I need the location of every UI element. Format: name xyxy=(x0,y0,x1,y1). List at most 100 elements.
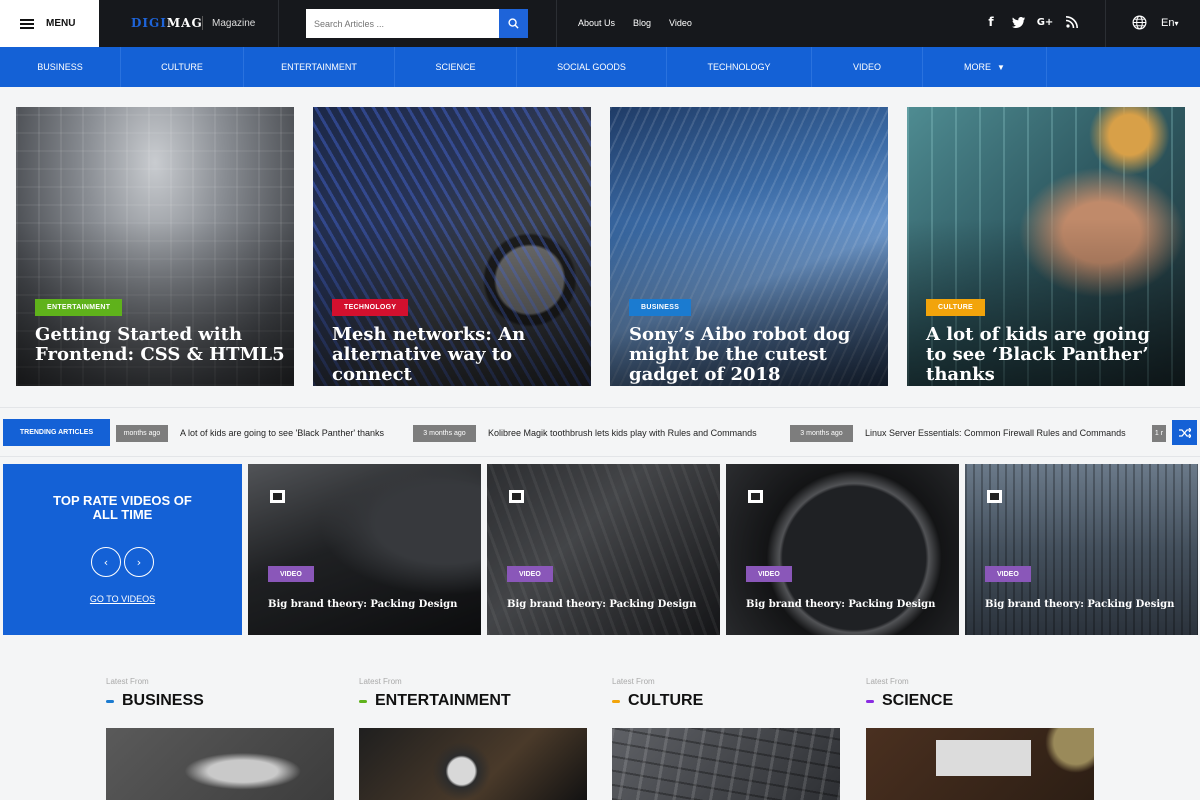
prev-button[interactable]: ‹ xyxy=(91,547,121,577)
film-icon xyxy=(509,490,524,503)
featured-title[interactable]: Mesh networks: An alternative way to con… xyxy=(332,325,582,385)
latest-from-label: Latest From xyxy=(359,677,402,686)
section-title: SCIENCE xyxy=(882,692,954,709)
featured-title[interactable]: A lot of kids are going to see ‘Black Pa… xyxy=(926,325,1176,385)
nav-social-goods[interactable]: SOCIAL GOODS xyxy=(517,47,667,87)
section-heading[interactable]: SCIENCE xyxy=(866,692,1094,710)
category-nav: BUSINESS CULTURE ENTERTAINMENT SCIENCE S… xyxy=(0,47,1200,87)
accent-bar xyxy=(106,699,114,703)
video-title[interactable]: Big brand theory: Packing Design xyxy=(268,599,457,610)
videos-promo: TOP RATE VIDEOS OF ALL TIME ‹ › GO TO VI… xyxy=(3,464,242,635)
search-icon xyxy=(508,18,519,29)
featured-title[interactable]: Getting Started with Frontend: CSS & HTM… xyxy=(35,325,285,365)
link-blog[interactable]: Blog xyxy=(633,18,651,28)
time-badge: 1 r xyxy=(1152,425,1166,442)
latest-section-science: Latest From SCIENCE xyxy=(866,677,1094,800)
article-image[interactable] xyxy=(866,728,1094,800)
accent-bar xyxy=(866,699,874,703)
search-button[interactable] xyxy=(499,9,528,38)
latest-section-entertainment: Latest From ENTERTAINMENT xyxy=(359,677,587,800)
link-about-us[interactable]: About Us xyxy=(578,18,615,28)
trending-label: TRENDING ARTICLES xyxy=(3,419,110,446)
time-badge: months ago xyxy=(116,425,168,442)
latest-section-culture: Latest From CULTURE xyxy=(612,677,840,800)
film-icon xyxy=(987,490,1002,503)
logo-subtitle: Magazine xyxy=(212,18,256,29)
globe-icon xyxy=(1132,15,1147,30)
nav-culture[interactable]: CULTURE xyxy=(121,47,244,87)
divider xyxy=(556,0,557,47)
video-badge[interactable]: VIDEO xyxy=(507,566,553,582)
next-button[interactable]: › xyxy=(124,547,154,577)
caret-down-icon: ▼ xyxy=(997,62,1005,72)
go-to-videos-link[interactable]: GO TO VIDEOS xyxy=(3,594,242,604)
social-links: f G+ xyxy=(984,14,1079,30)
logo-part-mag: MAG xyxy=(166,16,203,30)
divider xyxy=(278,0,279,47)
video-card[interactable]: VIDEO Big brand theory: Packing Design xyxy=(965,464,1198,635)
nav-video[interactable]: VIDEO xyxy=(812,47,923,87)
logo-part-digi: DIGI xyxy=(131,16,167,30)
video-title[interactable]: Big brand theory: Packing Design xyxy=(985,599,1174,610)
category-badge[interactable]: CULTURE xyxy=(926,299,986,316)
menu-button[interactable]: MENU xyxy=(0,0,99,47)
google-plus-icon[interactable]: G+ xyxy=(1037,14,1054,30)
language-selector[interactable]: En▾ xyxy=(1132,15,1178,30)
article-image[interactable] xyxy=(106,728,334,800)
video-title[interactable]: Big brand theory: Packing Design xyxy=(746,599,935,610)
trending-link[interactable]: A lot of kids are going to see 'Black Pa… xyxy=(180,428,384,438)
film-icon xyxy=(270,490,285,503)
caret-down-icon: ▾ xyxy=(1174,18,1179,28)
category-badge[interactable]: TECHNOLOGY xyxy=(332,299,409,316)
video-card[interactable]: VIDEO Big brand theory: Packing Design xyxy=(487,464,720,635)
site-logo[interactable]: DIGIMAG xyxy=(131,16,203,30)
nav-more-label: MORE xyxy=(964,62,992,72)
chevron-left-icon: ‹ xyxy=(103,555,109,569)
time-badge: 3 months ago xyxy=(790,425,853,442)
latest-from-label: Latest From xyxy=(866,677,909,686)
accent-bar xyxy=(359,699,367,703)
featured-card[interactable]: ENTERTAINMENT Getting Started with Front… xyxy=(16,107,294,386)
section-heading[interactable]: BUSINESS xyxy=(106,692,334,710)
top-links: About Us Blog Video xyxy=(578,18,692,28)
hamburger-icon xyxy=(20,18,34,29)
article-image[interactable] xyxy=(359,728,587,800)
video-badge[interactable]: VIDEO xyxy=(268,566,314,582)
category-badge[interactable]: ENTERTAINMENT xyxy=(35,299,123,316)
category-badge[interactable]: BUSINESS xyxy=(629,299,692,316)
video-card[interactable]: VIDEO Big brand theory: Packing Design xyxy=(726,464,959,635)
twitter-icon[interactable] xyxy=(1011,14,1025,30)
article-image[interactable] xyxy=(612,728,840,800)
search-input[interactable] xyxy=(306,9,499,38)
link-video[interactable]: Video xyxy=(669,18,692,28)
facebook-icon[interactable]: f xyxy=(984,14,998,30)
video-badge[interactable]: VIDEO xyxy=(746,566,792,582)
featured-card[interactable]: BUSINESS Sony’s Aibo robot dog might be … xyxy=(610,107,888,386)
divider xyxy=(1105,0,1106,47)
video-card[interactable]: VIDEO Big brand theory: Packing Design xyxy=(248,464,481,635)
nav-technology[interactable]: TECHNOLOGY xyxy=(667,47,812,87)
video-badge[interactable]: VIDEO xyxy=(985,566,1031,582)
trending-link[interactable]: Linux Server Essentials: Common Firewall… xyxy=(865,428,1126,438)
top-bar: MENU DIGIMAG Magazine About Us Blog Vide… xyxy=(0,0,1200,47)
section-heading[interactable]: ENTERTAINMENT xyxy=(359,692,587,710)
chevron-right-icon: › xyxy=(136,555,142,569)
search-form xyxy=(306,9,528,38)
featured-title[interactable]: Sony’s Aibo robot dog might be the cutes… xyxy=(629,325,879,385)
section-title: ENTERTAINMENT xyxy=(375,692,511,709)
nav-science[interactable]: SCIENCE xyxy=(395,47,517,87)
time-badge: 3 months ago xyxy=(413,425,476,442)
nav-more[interactable]: MORE ▼ xyxy=(923,47,1047,87)
shuffle-icon xyxy=(1178,427,1191,438)
video-title[interactable]: Big brand theory: Packing Design xyxy=(507,599,696,610)
featured-card[interactable]: TECHNOLOGY Mesh networks: An alternative… xyxy=(313,107,591,386)
trending-link[interactable]: Kolibree Magik toothbrush lets kids play… xyxy=(488,428,757,438)
nav-entertainment[interactable]: ENTERTAINMENT xyxy=(244,47,395,87)
nav-business[interactable]: BUSINESS xyxy=(0,47,121,87)
rss-icon[interactable] xyxy=(1065,14,1079,30)
section-title: CULTURE xyxy=(628,692,704,709)
shuffle-button[interactable] xyxy=(1172,420,1197,445)
accent-bar xyxy=(612,699,620,703)
section-heading[interactable]: CULTURE xyxy=(612,692,840,710)
featured-card[interactable]: CULTURE A lot of kids are going to see ‘… xyxy=(907,107,1185,386)
